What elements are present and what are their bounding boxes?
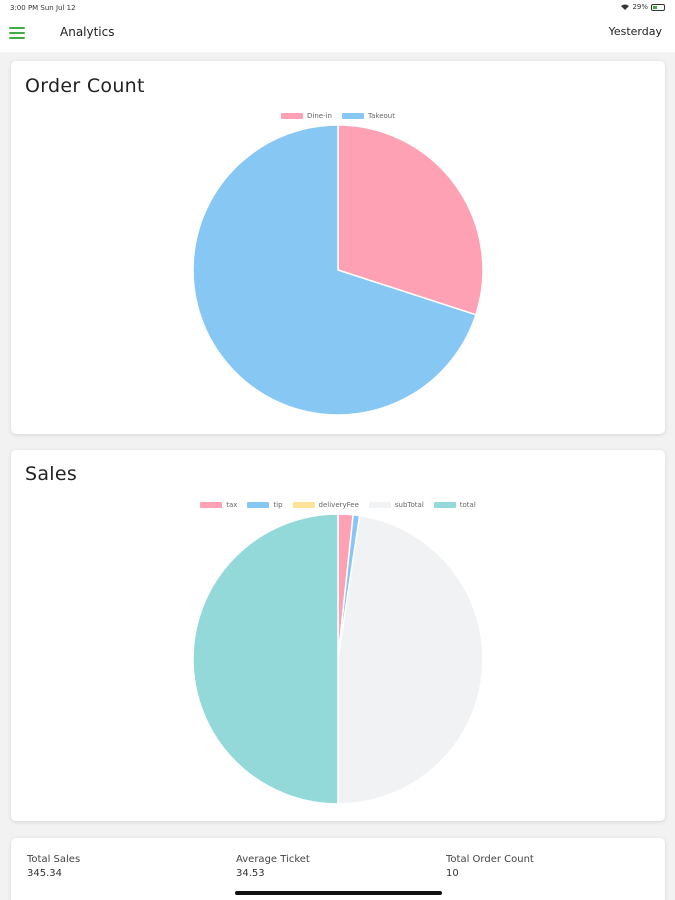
legend-item-deliveryfee[interactable]: deliveryFee [292,501,359,509]
legend-label: Takeout [368,112,395,120]
order-count-pie-chart [192,125,484,416]
total-sales-value: 345.34 [27,868,62,879]
legend-label: deliveryFee [318,501,359,509]
average-ticket-label: Average Ticket [236,854,310,865]
battery-icon [651,3,665,11]
legend-swatch [292,502,315,508]
legend-item-tip[interactable]: tip [247,501,283,509]
legend-item-takeout[interactable]: Takeout [342,112,395,120]
order-count-card: Order Count Dine-in Takeout [11,61,665,434]
wifi-icon [621,4,630,10]
page-title: Analytics [60,25,115,39]
legend-label: Dine-in [307,112,332,120]
status-right: 29% [621,3,665,11]
pie-slice-subtotal[interactable] [337,514,484,805]
legend-swatch [247,502,270,508]
pie-slice-total[interactable] [192,514,339,805]
sales-card: Sales tax tip deliveryFee subTotal total [11,450,665,821]
legend-label: subTotal [394,501,424,509]
home-indicator[interactable] [235,891,442,895]
legend-swatch [200,502,223,508]
sales-pie-chart [192,514,484,805]
total-sales-label: Total Sales [27,854,81,865]
total-sales-stat: Total Sales 345.34 [27,854,80,879]
legend-label: total [459,501,476,509]
hamburger-menu-icon[interactable] [9,27,25,39]
legend-swatch [281,113,303,119]
total-order-count-value: 10 [446,868,459,879]
legend-swatch [342,113,364,119]
legend-item-subtotal[interactable]: subTotal [368,501,424,509]
average-ticket-stat: Average Ticket 34.53 [236,854,310,879]
legend-swatch [433,502,456,508]
total-order-count-label: Total Order Count [446,854,534,865]
total-order-count-stat: Total Order Count 10 [446,854,534,879]
top-app-bar: Analytics Yesterday [0,16,675,52]
sales-title: Sales [25,463,78,485]
legend-item-total[interactable]: total [433,501,476,509]
date-filter-button[interactable]: Yesterday [609,25,662,38]
battery-percent: 29% [632,3,648,11]
legend-swatch [368,502,391,508]
average-ticket-value: 34.53 [236,868,265,879]
status-bar: 3:00 PM Sun Jul 12 29% [0,0,675,16]
legend-item-tax[interactable]: tax [200,501,237,509]
sales-legend: tax tip deliveryFee subTotal total [11,501,665,509]
legend-label: tax [226,501,238,509]
legend-item-dine-in[interactable]: Dine-in [281,112,332,120]
status-time: 3:00 PM Sun Jul 12 [10,4,76,12]
legend-label: tip [273,501,283,509]
order-count-title: Order Count [25,75,145,97]
order-count-legend: Dine-in Takeout [11,112,665,120]
